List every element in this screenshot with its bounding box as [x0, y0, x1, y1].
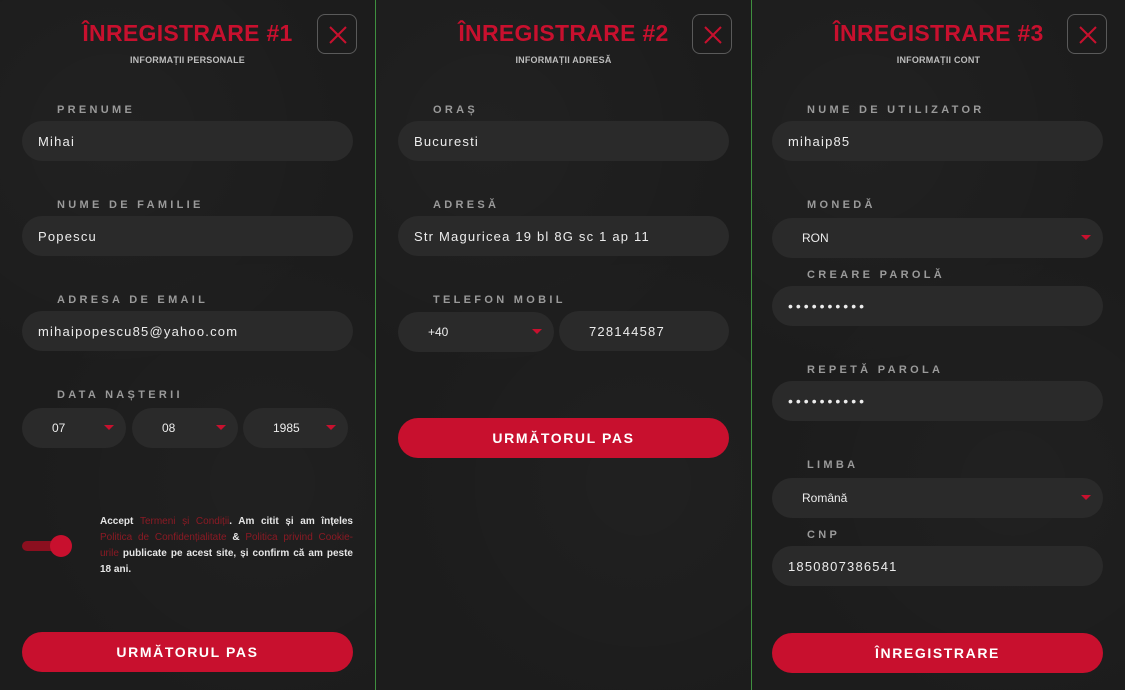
registration-step-1-panel: ÎNREGISTRARE #1 INFORMAȚII PERSONALE PRE… — [0, 0, 375, 690]
username-label: NUME DE UTILIZATOR — [807, 104, 985, 116]
city-input[interactable]: Bucuresti — [398, 121, 729, 161]
address-label: ADRESĂ — [433, 199, 500, 211]
terms-link[interactable]: Termeni și Condiții — [140, 516, 229, 527]
terms-text-part: & — [226, 532, 246, 543]
create-password-label: CREARE PAROLĂ — [807, 269, 946, 281]
close-icon — [704, 26, 722, 44]
privacy-policy-link[interactable]: Politica de Confidențialitate — [100, 532, 227, 543]
registration-step-2-panel: ÎNREGISTRARE #2 INFORMAȚII ADRESĂ ORAȘ B… — [376, 0, 751, 690]
currency-select[interactable]: RON — [772, 218, 1103, 258]
close-button[interactable] — [692, 14, 732, 54]
step-1-subtitle: INFORMAȚII PERSONALE — [129, 55, 245, 65]
last-name-input[interactable]: Popescu — [22, 216, 353, 256]
register-button[interactable]: ÎNREGISTRARE — [772, 633, 1103, 673]
terms-text-part: publicate pe acest site, și confirm că a… — [100, 548, 353, 575]
first-name-input[interactable]: Mihai — [22, 121, 353, 161]
birth-day-select[interactable]: 08 — [132, 408, 238, 448]
username-input[interactable]: mihaip85 — [772, 121, 1103, 161]
dropdown-caret-icon — [532, 329, 542, 334]
repeat-password-label: REPETĂ PAROLA — [807, 364, 944, 376]
phone-prefix-value: +40 — [428, 325, 449, 339]
close-button[interactable] — [1067, 14, 1107, 54]
dropdown-caret-icon — [1081, 495, 1091, 500]
cnp-input[interactable]: 1850807386541 — [772, 546, 1103, 586]
dropdown-caret-icon — [104, 425, 114, 430]
language-label: LIMBA — [807, 459, 859, 471]
terms-text-part: Accept — [100, 516, 140, 527]
phone-prefix-select[interactable]: +40 — [398, 312, 554, 352]
birth-day-value: 08 — [162, 421, 176, 435]
toggle-knob — [50, 535, 72, 557]
dropdown-caret-icon — [326, 425, 336, 430]
registration-step-3-panel: ÎNREGISTRARE #3 INFORMAȚII CONT NUME DE … — [752, 0, 1125, 690]
birthdate-label: DATA NAȘTERII — [57, 389, 183, 401]
repeat-password-input[interactable]: •••••••••• — [772, 381, 1103, 421]
terms-text: Accept Termeni și Condiții. Am citit și … — [100, 514, 353, 578]
next-step-button[interactable]: URMĂTORUL PAS — [398, 418, 729, 458]
first-name-label: PRENUME — [57, 104, 136, 116]
currency-label: MONEDĂ — [807, 199, 876, 211]
last-name-label: NUME DE FAMILIE — [57, 199, 204, 211]
birth-year-value: 1985 — [273, 421, 300, 435]
email-input[interactable]: mihaipopescu85@yahoo.com — [22, 311, 353, 351]
city-label: ORAȘ — [433, 104, 478, 116]
terms-text-part: . Am citit și am înțeles — [229, 516, 353, 527]
dropdown-caret-icon — [1081, 235, 1091, 240]
step-3-subtitle: INFORMAȚII CONT — [896, 55, 981, 65]
email-label: ADRESA DE EMAIL — [57, 294, 209, 306]
address-input[interactable]: Str Maguricea 19 bl 8G sc 1 ap 11 — [398, 216, 729, 256]
next-step-button[interactable]: URMĂTORUL PAS — [22, 632, 353, 672]
language-value: Română — [802, 491, 848, 505]
birth-month-value: 07 — [52, 421, 66, 435]
close-icon — [1079, 26, 1097, 44]
currency-value: RON — [802, 231, 829, 245]
terms-toggle[interactable] — [22, 535, 72, 557]
close-icon — [329, 26, 347, 44]
phone-label: TELEFON MOBIL — [433, 294, 566, 306]
step-2-subtitle: INFORMAȚII ADRESĂ — [515, 55, 612, 65]
password-input[interactable]: •••••••••• — [772, 286, 1103, 326]
phone-input[interactable]: 728144587 — [559, 311, 729, 351]
close-button[interactable] — [317, 14, 357, 54]
birth-year-select[interactable]: 1985 — [243, 408, 348, 448]
cnp-label: CNP — [807, 529, 841, 541]
language-select[interactable]: Română — [772, 478, 1103, 518]
dropdown-caret-icon — [216, 425, 226, 430]
birth-month-select[interactable]: 07 — [22, 408, 126, 448]
